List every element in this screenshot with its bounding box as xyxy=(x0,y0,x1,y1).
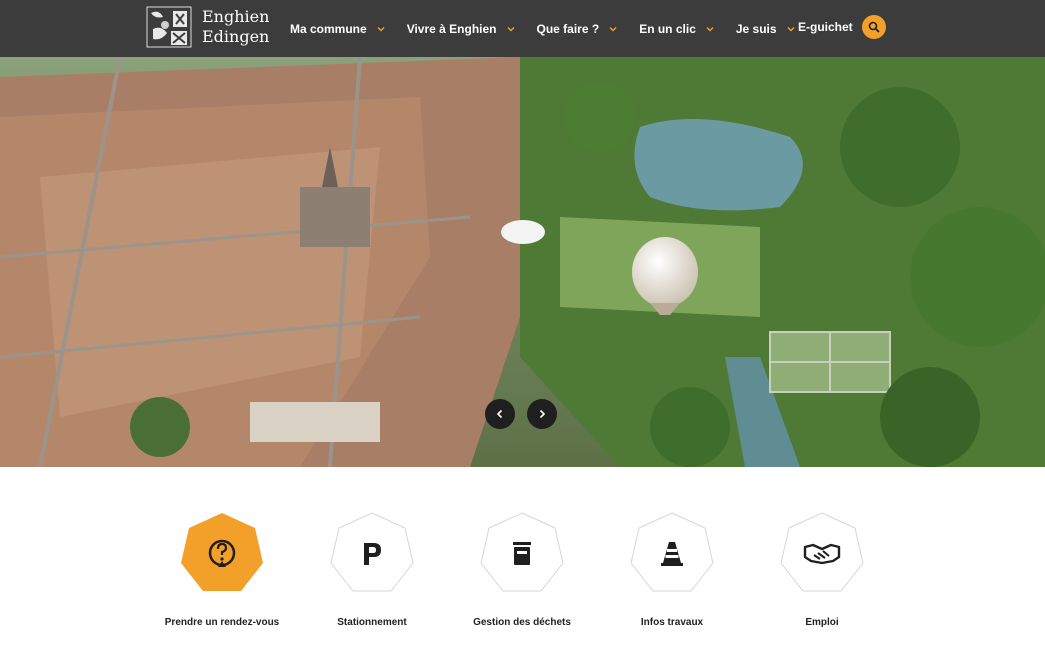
quick-link-label: Gestion des déchets xyxy=(473,617,571,628)
nav-item-en-un-clic[interactable]: En un clic xyxy=(639,22,714,36)
appointment-question-icon xyxy=(181,513,263,591)
quick-link-emploi[interactable]: Emploi xyxy=(752,511,892,628)
e-guichet-link[interactable]: E-guichet xyxy=(798,20,853,34)
quick-link-rendez-vous[interactable]: Prendre un rendez-vous xyxy=(152,511,292,628)
main-nav: Ma commune Vivre à Enghien Que faire ? E… xyxy=(290,0,817,57)
site-header: Enghien Edingen Ma commune Vivre à Enghi… xyxy=(0,0,1045,57)
chevron-down-icon xyxy=(706,26,714,31)
hero-slider xyxy=(0,57,1045,467)
quick-link-label: Prendre un rendez-vous xyxy=(164,617,280,628)
handshake-icon xyxy=(780,512,864,592)
quick-link-stationnement[interactable]: Stationnement xyxy=(302,511,442,628)
nav-item-label: Que faire ? xyxy=(536,21,600,36)
logo-line-2: Edingen xyxy=(202,27,270,46)
slider-next-button[interactable] xyxy=(527,399,557,429)
traffic-cone-icon xyxy=(630,512,714,592)
search-icon xyxy=(868,21,880,33)
nav-item-label: Ma commune xyxy=(290,21,367,36)
nav-item-que-faire[interactable]: Que faire ? xyxy=(537,22,618,36)
nav-item-label: Vivre à Enghien xyxy=(406,21,497,36)
chevron-down-icon xyxy=(787,26,795,31)
quick-link-label: Stationnement xyxy=(337,617,407,628)
nav-item-je-suis[interactable]: Je suis xyxy=(736,22,795,36)
search-button[interactable] xyxy=(862,15,886,39)
logo-line-1: Enghien xyxy=(202,7,270,26)
nav-item-label: En un clic xyxy=(639,21,696,36)
chevron-down-icon xyxy=(507,26,514,31)
slider-prev-button[interactable] xyxy=(485,399,515,429)
quick-links: Prendre un rendez-vous Stationnement Ges… xyxy=(0,467,1045,667)
parking-icon xyxy=(330,512,414,592)
logo-text: Enghien Edingen xyxy=(202,7,269,47)
nav-item-ma-commune[interactable]: Ma commune xyxy=(290,22,385,36)
trash-bin-icon xyxy=(480,512,564,592)
coat-of-arms-icon xyxy=(146,6,192,48)
chevron-right-icon xyxy=(539,409,546,419)
quick-link-label: Infos travaux xyxy=(640,617,704,628)
quick-link-label: Emploi xyxy=(805,617,839,628)
hero-aerial-image xyxy=(0,57,1045,467)
site-logo[interactable]: Enghien Edingen xyxy=(145,5,270,49)
quick-link-dechets[interactable]: Gestion des déchets xyxy=(452,511,592,628)
nav-item-vivre-a-enghien[interactable]: Vivre à Enghien xyxy=(407,22,515,36)
quick-link-travaux[interactable]: Infos travaux xyxy=(602,511,742,628)
nav-item-label: Je suis xyxy=(735,21,777,36)
chevron-down-icon xyxy=(377,26,385,31)
chevron-left-icon xyxy=(496,409,503,419)
chevron-down-icon xyxy=(609,26,617,31)
